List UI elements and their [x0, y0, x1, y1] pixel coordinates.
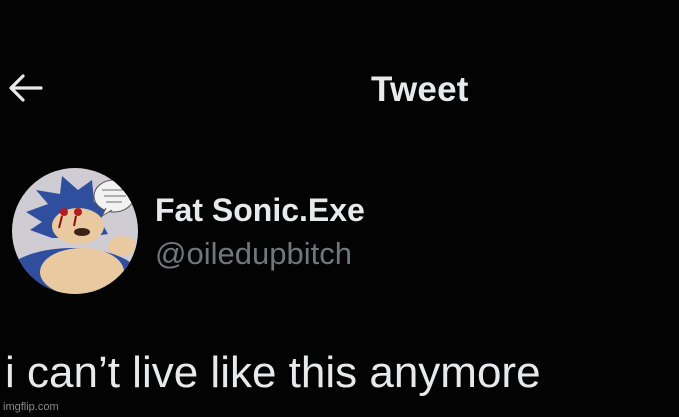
arrow-left-icon: [9, 74, 43, 102]
tweet-screen: Tweet Fat Sonic.Exe @oiledupbitch i can’…: [0, 0, 679, 417]
page-title: Tweet: [371, 70, 469, 109]
watermark: imgflip.com: [3, 401, 59, 413]
author-display-name[interactable]: Fat Sonic.Exe: [155, 192, 365, 229]
tweet-author: Fat Sonic.Exe @oiledupbitch: [0, 168, 679, 308]
avatar-image: [12, 168, 138, 294]
tweet-text: i can’t live like this anymore: [5, 348, 541, 397]
avatar[interactable]: [12, 168, 138, 294]
back-button[interactable]: [4, 68, 46, 108]
top-bar: Tweet: [0, 58, 679, 118]
author-handle[interactable]: @oiledupbitch: [155, 236, 352, 272]
